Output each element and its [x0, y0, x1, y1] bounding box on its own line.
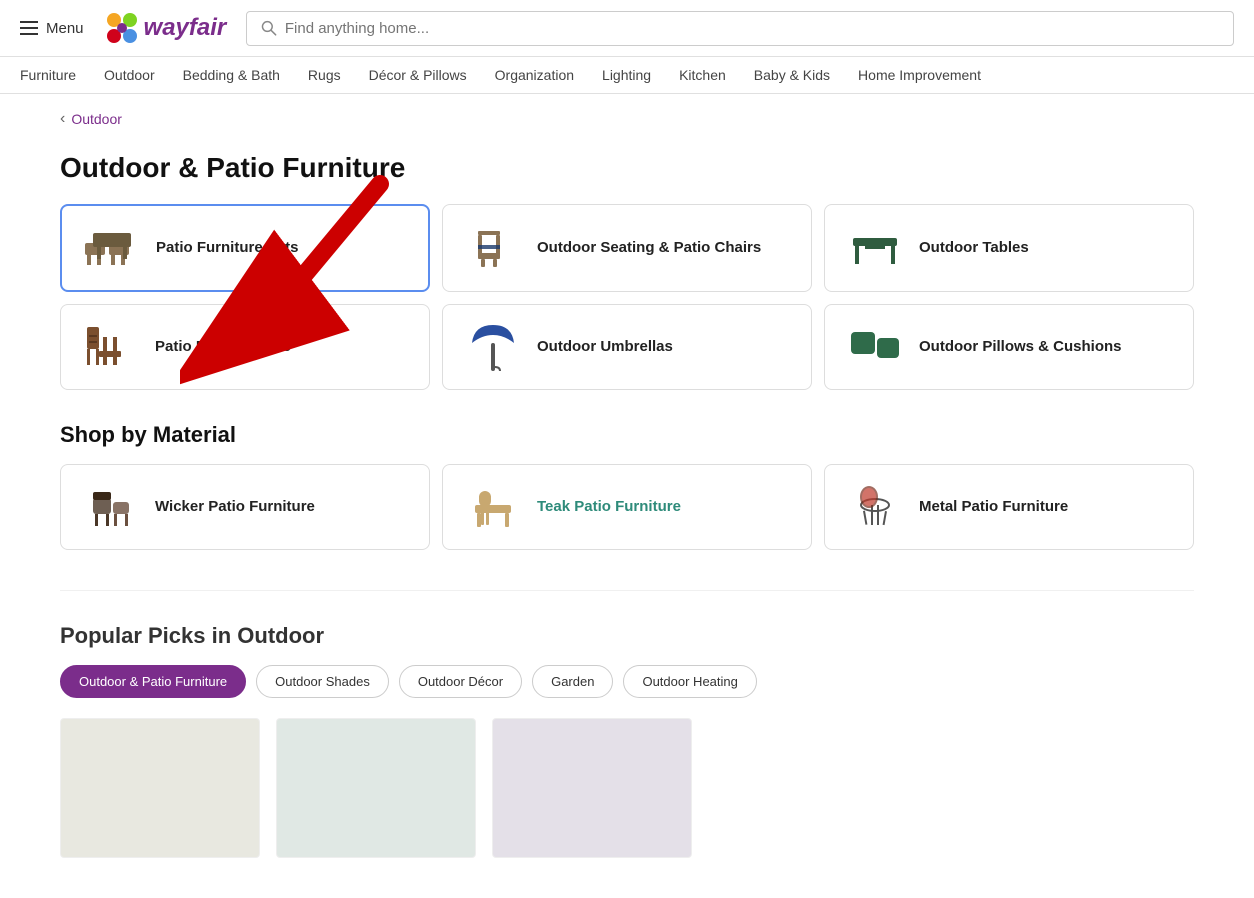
nav-item-furniture[interactable]: Furniture: [20, 67, 76, 83]
pill-outdoor-shades[interactable]: Outdoor Shades: [256, 665, 389, 698]
material-grid: Wicker Patio Furniture Teak Patio Furnit…: [60, 464, 1194, 550]
category-outdoor-seating[interactable]: Outdoor Seating & Patio Chairs: [442, 204, 812, 292]
metal-icon: [845, 481, 905, 533]
nav-item-kitchen[interactable]: Kitchen: [679, 67, 726, 83]
logo-icon: [104, 10, 140, 46]
nav-item-lighting[interactable]: Lighting: [602, 67, 651, 83]
metal-label: Metal Patio Furniture: [919, 497, 1068, 517]
breadcrumb: ‹ Outdoor: [0, 94, 1254, 136]
popular-picks-title: Popular Picks in Outdoor: [60, 623, 1194, 649]
outdoor-pillows-icon: [845, 321, 905, 373]
filter-pills: Outdoor & Patio Furniture Outdoor Shades…: [60, 665, 1194, 698]
product-card-3[interactable]: [492, 718, 692, 858]
shop-by-material-title: Shop by Material: [60, 422, 1194, 448]
main-nav: Furniture Outdoor Bedding & Bath Rugs Dé…: [0, 57, 1254, 94]
shop-by-material-section: Shop by Material Wicker Patio Furniture: [60, 422, 1194, 550]
nav-item-decor[interactable]: Décor & Pillows: [369, 67, 467, 83]
teak-label: Teak Patio Furniture: [537, 497, 681, 517]
logo[interactable]: wayfair: [104, 10, 227, 46]
category-grid: Patio Furniture Sets Outdoor Seating &: [60, 204, 1194, 390]
category-patio-bar[interactable]: Patio Bar Furniture: [60, 304, 430, 390]
patio-bar-label: Patio Bar Furniture: [155, 337, 291, 357]
category-wicker[interactable]: Wicker Patio Furniture: [60, 464, 430, 550]
search-input[interactable]: [285, 20, 1219, 37]
pill-outdoor-decor[interactable]: Outdoor Décor: [399, 665, 522, 698]
outdoor-umbrellas-icon: [463, 321, 523, 373]
header: Menu wayfair: [0, 0, 1254, 57]
menu-button[interactable]: Menu: [20, 20, 84, 37]
search-icon: [261, 20, 277, 36]
nav-item-baby[interactable]: Baby & Kids: [754, 67, 830, 83]
outdoor-tables-icon: [845, 222, 905, 274]
outdoor-seating-label: Outdoor Seating & Patio Chairs: [537, 238, 761, 258]
category-patio-sets[interactable]: Patio Furniture Sets: [60, 204, 430, 292]
nav-item-rugs[interactable]: Rugs: [308, 67, 341, 83]
patio-sets-label: Patio Furniture Sets: [156, 238, 299, 258]
pill-outdoor-patio-furniture[interactable]: Outdoor & Patio Furniture: [60, 665, 246, 698]
outdoor-seating-icon: [463, 222, 523, 274]
product-row: [60, 718, 1194, 858]
wicker-label: Wicker Patio Furniture: [155, 497, 315, 517]
category-outdoor-tables[interactable]: Outdoor Tables: [824, 204, 1194, 292]
hamburger-icon: [20, 21, 38, 35]
main-content: Outdoor & Patio Furniture: [0, 136, 1254, 898]
nav-item-organization[interactable]: Organization: [495, 67, 574, 83]
patio-sets-icon: [82, 222, 142, 274]
category-section: Patio Furniture Sets Outdoor Seating &: [60, 204, 1194, 390]
category-metal[interactable]: Metal Patio Furniture: [824, 464, 1194, 550]
breadcrumb-parent[interactable]: Outdoor: [71, 111, 122, 127]
page-title: Outdoor & Patio Furniture: [60, 152, 1194, 184]
search-bar[interactable]: [246, 11, 1234, 46]
category-outdoor-pillows[interactable]: Outdoor Pillows & Cushions: [824, 304, 1194, 390]
product-card-2[interactable]: [276, 718, 476, 858]
outdoor-umbrellas-label: Outdoor Umbrellas: [537, 337, 673, 357]
popular-picks-section: Popular Picks in Outdoor Outdoor & Patio…: [60, 590, 1194, 858]
nav-item-outdoor[interactable]: Outdoor: [104, 67, 155, 83]
nav-item-home-improvement[interactable]: Home Improvement: [858, 67, 981, 83]
pill-garden[interactable]: Garden: [532, 665, 613, 698]
patio-bar-icon: [81, 321, 141, 373]
category-teak[interactable]: Teak Patio Furniture: [442, 464, 812, 550]
outdoor-pillows-label: Outdoor Pillows & Cushions: [919, 337, 1122, 357]
wicker-icon: [81, 481, 141, 533]
breadcrumb-chevron: ‹: [60, 110, 65, 128]
outdoor-tables-label: Outdoor Tables: [919, 238, 1029, 258]
teak-icon: [463, 481, 523, 533]
product-card-1[interactable]: [60, 718, 260, 858]
nav-item-bedding[interactable]: Bedding & Bath: [183, 67, 280, 83]
menu-label: Menu: [46, 20, 84, 37]
logo-text: wayfair: [144, 14, 227, 42]
category-outdoor-umbrellas[interactable]: Outdoor Umbrellas: [442, 304, 812, 390]
pill-outdoor-heating[interactable]: Outdoor Heating: [623, 665, 756, 698]
